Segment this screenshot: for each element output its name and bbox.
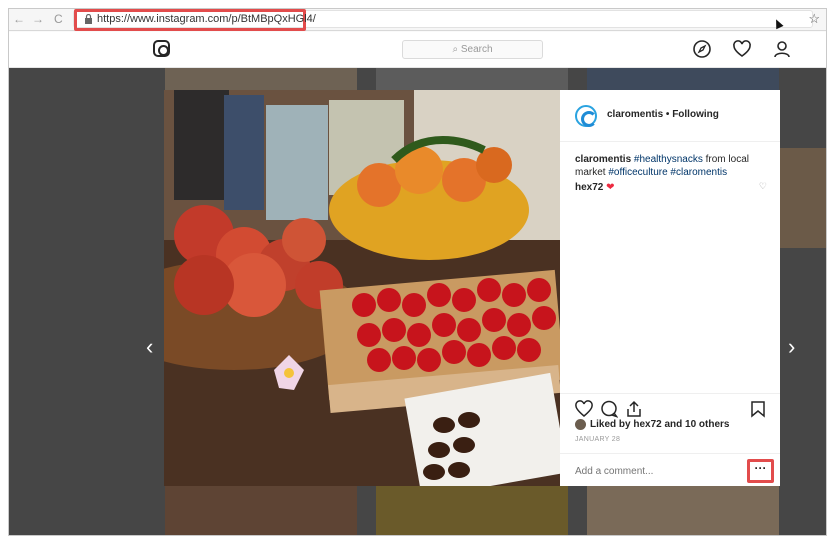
post-modal: claromentis • Following claromentis #hea… bbox=[164, 90, 780, 486]
browser-toolbar: ← → C https://www.instagram.com/p/BtMBpQ… bbox=[9, 9, 826, 31]
forward-button[interactable]: → bbox=[32, 12, 44, 26]
comment-bubble-icon[interactable] bbox=[600, 400, 618, 418]
post-author[interactable]: claromentis • Following bbox=[607, 109, 719, 120]
background-post-thumbnail bbox=[587, 486, 779, 535]
compass-icon[interactable] bbox=[692, 39, 712, 59]
search-icon: ⌕ bbox=[452, 44, 461, 55]
hashtag-link[interactable]: #healthysnacks bbox=[634, 154, 703, 165]
instagram-logo-icon[interactable] bbox=[153, 40, 170, 57]
like-heart-icon[interactable] bbox=[575, 400, 593, 418]
comment-like-heart-icon[interactable]: ♡ bbox=[759, 181, 767, 192]
previous-post-button[interactable]: ‹ bbox=[146, 336, 153, 358]
background-post-thumbnail bbox=[165, 486, 357, 535]
url-text[interactable]: https://www.instagram.com/p/BtMBpQxHGl4/ bbox=[97, 13, 316, 25]
share-icon[interactable] bbox=[625, 400, 643, 418]
caption-username[interactable]: claromentis bbox=[575, 154, 631, 165]
background-post-thumbnail bbox=[165, 68, 357, 90]
fruit-photo-image bbox=[164, 90, 560, 486]
post-caption: claromentis #healthysnacks from local ma… bbox=[575, 153, 771, 179]
bookmark-star-icon[interactable]: ☆ bbox=[808, 11, 820, 27]
background-post-thumbnail bbox=[376, 68, 568, 90]
hashtag-link[interactable]: #officeculture bbox=[608, 167, 667, 178]
post-sidebar: claromentis • Following claromentis #hea… bbox=[560, 90, 780, 486]
more-options-button[interactable]: ··· bbox=[747, 459, 774, 483]
heart-icon[interactable] bbox=[732, 39, 752, 59]
post-photo[interactable] bbox=[164, 90, 560, 486]
background-post-thumbnail bbox=[376, 486, 568, 535]
bookmark-save-icon[interactable] bbox=[749, 400, 767, 418]
post-header: claromentis • Following bbox=[560, 90, 780, 142]
red-heart-emoji-icon: ❤ bbox=[606, 182, 615, 193]
back-button[interactable]: ← bbox=[13, 12, 25, 26]
liker-avatar[interactable] bbox=[575, 419, 586, 430]
background-post-thumbnail bbox=[587, 68, 779, 90]
avatar[interactable] bbox=[575, 105, 597, 127]
search-placeholder: Search bbox=[460, 44, 493, 55]
add-comment-area: ··· bbox=[560, 453, 780, 486]
hashtag-link[interactable]: #claromentis bbox=[670, 167, 727, 178]
profile-icon[interactable] bbox=[772, 39, 792, 59]
lock-icon bbox=[85, 14, 92, 24]
search-input[interactable]: ⌕ Search bbox=[402, 40, 543, 59]
next-post-button[interactable]: › bbox=[788, 336, 795, 358]
post-date[interactable]: JANUARY 28 bbox=[575, 436, 620, 443]
background-post-thumbnail bbox=[780, 148, 826, 248]
comment-username[interactable]: hex72 bbox=[575, 182, 603, 193]
likes-count[interactable]: Liked by hex72 and 10 others bbox=[590, 419, 730, 430]
add-comment-input[interactable] bbox=[575, 466, 725, 477]
post-actions bbox=[560, 393, 780, 419]
instagram-nav-bar: ⌕ Search bbox=[9, 32, 826, 68]
comment-row: hex72 ❤ bbox=[575, 182, 615, 193]
browser-window: ← → C https://www.instagram.com/p/BtMBpQ… bbox=[8, 8, 827, 536]
reload-button[interactable]: C bbox=[54, 12, 63, 26]
